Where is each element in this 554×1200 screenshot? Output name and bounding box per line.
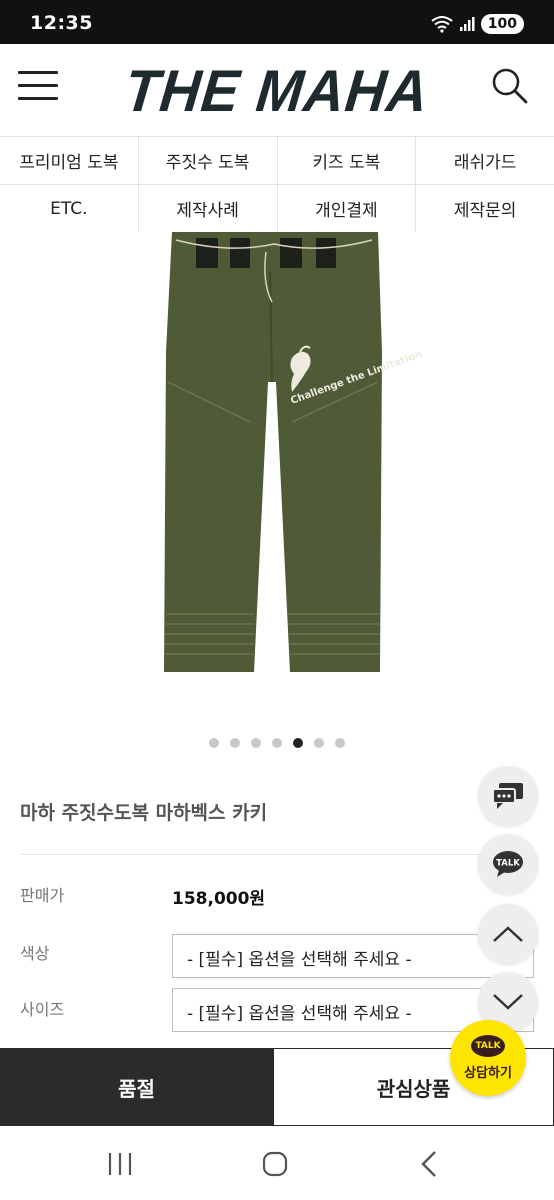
talk-icon-text: TALK	[496, 859, 520, 869]
kakao-talk-icon[interactable]: TALK	[478, 834, 538, 894]
carousel-dot[interactable]	[209, 738, 219, 748]
recent-apps-icon[interactable]	[98, 1146, 142, 1182]
carousel-dots	[0, 738, 554, 752]
product-title: 마하 주짓수도복 마하벡스 카키	[20, 802, 268, 824]
category-row-1: 프리미엄 도복 주짓수 도복 키즈 도복 래쉬가드	[0, 137, 554, 185]
battery-icon: 100	[480, 14, 524, 34]
carousel-dot[interactable]	[335, 738, 345, 748]
chat-bubble-icon[interactable]	[478, 766, 538, 826]
status-bar: 12:35 100	[0, 0, 554, 44]
category-etc[interactable]: ETC.	[0, 185, 139, 232]
logo-text: THE MAHA	[121, 57, 433, 124]
product-image[interactable]: Challenge the Limitation	[0, 232, 554, 732]
carousel-dot[interactable]	[272, 738, 282, 748]
hamburger-menu-icon[interactable]	[18, 68, 58, 104]
search-icon[interactable]	[490, 66, 530, 106]
carousel-dot[interactable]	[293, 738, 303, 748]
home-icon[interactable]	[253, 1146, 297, 1182]
back-icon[interactable]	[408, 1146, 452, 1182]
divider	[20, 854, 534, 855]
carousel-dot[interactable]	[230, 738, 240, 748]
category-kids-dobok[interactable]: 키즈 도복	[278, 137, 417, 184]
talk-bubble-icon: TALK	[471, 1035, 505, 1057]
status-icons: 100	[431, 12, 524, 36]
wifi-icon	[431, 16, 453, 33]
carousel-dot[interactable]	[314, 738, 324, 748]
color-label: 색상	[20, 944, 50, 963]
carousel-dot[interactable]	[251, 738, 261, 748]
category-rashguard[interactable]: 래쉬가드	[416, 137, 554, 184]
category-personal-payment[interactable]: 개인결제	[278, 185, 417, 232]
category-jiujitsu-dobok[interactable]: 주짓수 도복	[139, 137, 278, 184]
soldout-button[interactable]: 품절	[0, 1048, 273, 1126]
size-label: 사이즈	[20, 1000, 65, 1019]
price-value: 158,000원	[172, 889, 266, 909]
price-label: 판매가	[20, 886, 65, 905]
logo[interactable]: THE MAHA	[94, 57, 460, 124]
header: THE MAHA	[0, 44, 554, 136]
system-nav-bar	[0, 1126, 554, 1200]
chevron-up-icon[interactable]	[478, 904, 538, 964]
status-time: 12:35	[30, 12, 93, 34]
category-cases[interactable]: 제작사례	[139, 185, 278, 232]
kakao-consult-button[interactable]: TALK 상담하기	[450, 1020, 526, 1096]
kakao-consult-label: 상담하기	[464, 1066, 512, 1081]
category-premium-dobok[interactable]: 프리미엄 도복	[0, 137, 139, 184]
signal-icon	[459, 17, 475, 31]
category-custom-inquiry[interactable]: 제작문의	[416, 185, 554, 232]
category-row-2: ETC. 제작사례 개인결제 제작문의	[0, 185, 554, 233]
category-nav: 프리미엄 도복 주짓수 도복 키즈 도복 래쉬가드 ETC. 제작사례 개인결제…	[0, 136, 554, 233]
